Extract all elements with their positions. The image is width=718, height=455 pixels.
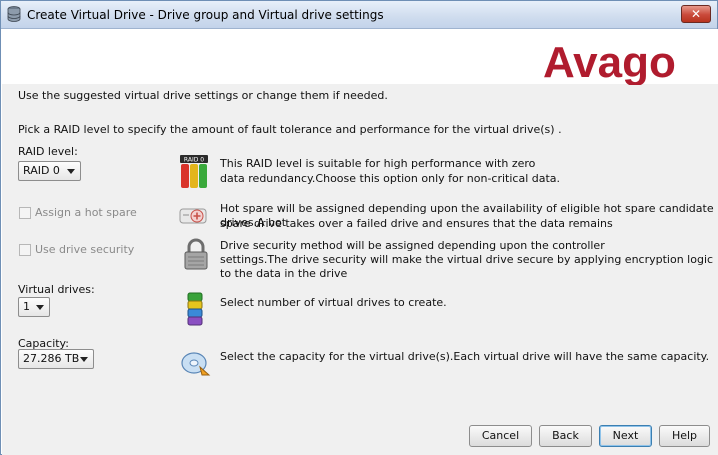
close-icon: ✕ [690,7,702,21]
virtual-drives-desc: Select number of virtual drives to creat… [220,296,447,309]
raid-array-icon: RAID 0 [180,155,208,188]
virtual-drives-select[interactable]: 1 [18,297,50,317]
next-button[interactable]: Next [599,425,652,447]
close-button[interactable]: ✕ [681,5,711,23]
chevron-down-icon [36,305,44,310]
security-desc-line-3: to the data in the drive [220,267,348,280]
virtual-drives-label: Virtual drives: [18,283,95,296]
raid-level-select[interactable]: RAID 0 [18,161,81,181]
create-virtual-drive-window: Create Virtual Drive - Drive group and V… [0,0,718,455]
raid-desc-line-1: This RAID level is suitable for high per… [220,157,536,170]
title-bar[interactable]: Create Virtual Drive - Drive group and V… [1,1,717,29]
hot-spare-checkbox[interactable] [19,207,31,219]
capacity-disk-icon [181,352,211,376]
window-title: Create Virtual Drive - Drive group and V… [27,8,384,22]
avago-logo: Avago [543,38,676,85]
raid-level-label: RAID level: [18,145,78,158]
drive-security-label: Use drive security [35,243,135,256]
capacity-select[interactable]: 27.286 TB [18,349,94,369]
drive-security-checkbox[interactable] [19,244,31,256]
back-button[interactable]: Back [539,425,592,447]
virtual-drives-value: 1 [23,300,30,313]
database-icon [7,6,21,22]
security-desc-line-1: Drive security method will be assigned d… [220,239,605,252]
cancel-button[interactable]: Cancel [469,425,532,447]
chevron-down-icon [80,357,88,362]
capacity-desc: Select the capacity for the virtual driv… [220,350,710,363]
security-desc-line-2: settings.The drive security will make th… [220,253,714,266]
raid-badge-text: RAID 0 [184,157,204,164]
raid-level-value: RAID 0 [23,164,60,177]
capacity-value: 27.286 TB [23,352,80,365]
hot-spare-drive-icon [179,208,207,224]
dialog-content: Avago Use the suggested virtual drive se… [2,29,718,455]
lock-icon [184,238,208,270]
intro-line-1: Use the suggested virtual drive settings… [18,89,388,102]
help-button[interactable]: Help [659,425,710,447]
virtual-drive-stack-icon [187,292,203,326]
raid-desc-line-2: data redundancy.Choose this option only … [220,172,561,185]
chevron-down-icon [67,169,75,174]
intro-line-2: Pick a RAID level to specify the amount … [18,123,562,136]
hot-spare-label: Assign a hot spare [35,206,137,219]
hot-spare-desc-line-2: spare drive takes over a failed drive an… [220,217,613,230]
avago-logo-text: Avago [543,38,676,85]
